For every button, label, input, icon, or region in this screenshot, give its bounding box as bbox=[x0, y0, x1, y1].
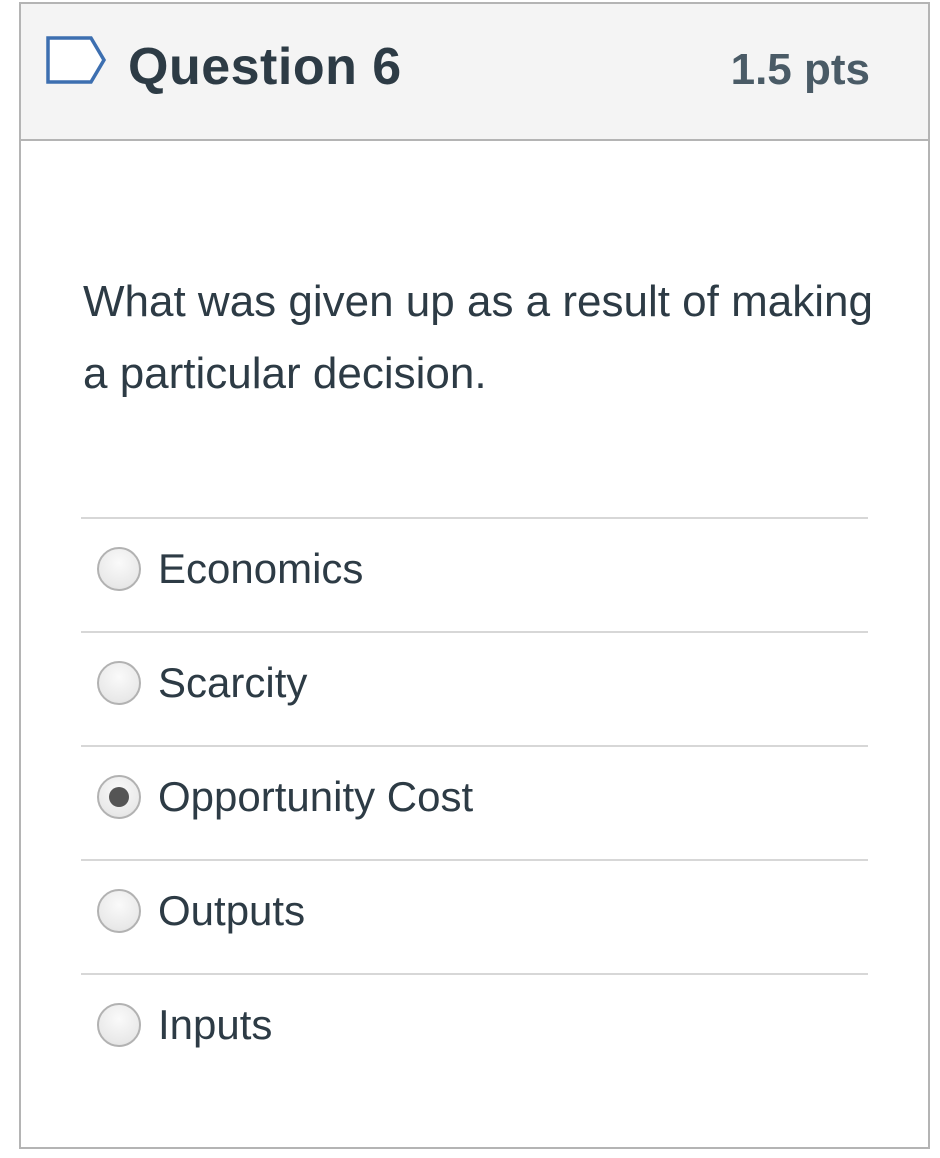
answer-label: Economics bbox=[158, 545, 364, 592]
radio-button[interactable] bbox=[97, 661, 141, 705]
question-title: Question 6 bbox=[128, 38, 402, 96]
answer-option[interactable]: Outputs bbox=[81, 859, 868, 973]
answer-option[interactable]: Inputs bbox=[81, 973, 868, 1087]
answer-option[interactable]: Opportunity Cost bbox=[81, 745, 868, 859]
answer-option[interactable]: Scarcity bbox=[81, 631, 868, 745]
question-card: Question 6 1.5 pts What was given up as … bbox=[19, 2, 930, 1149]
flag-outline-icon[interactable] bbox=[45, 35, 107, 85]
radio-button[interactable] bbox=[97, 775, 141, 819]
radio-button[interactable] bbox=[97, 1003, 141, 1047]
answer-label: Outputs bbox=[158, 887, 306, 934]
radio-button[interactable] bbox=[97, 889, 141, 933]
answer-option[interactable]: Economics bbox=[81, 517, 868, 631]
answer-label: Scarcity bbox=[158, 659, 308, 706]
answer-list: Economics Scarcity Opportunity Cost Outp… bbox=[81, 517, 868, 1087]
answer-label: Inputs bbox=[158, 1001, 273, 1048]
question-points: 1.5 pts bbox=[730, 45, 870, 94]
answer-label: Opportunity Cost bbox=[158, 773, 474, 820]
question-header: Question 6 1.5 pts bbox=[21, 4, 928, 141]
question-text: What was given up as a result of making … bbox=[83, 277, 873, 398]
radio-button[interactable] bbox=[97, 547, 141, 591]
